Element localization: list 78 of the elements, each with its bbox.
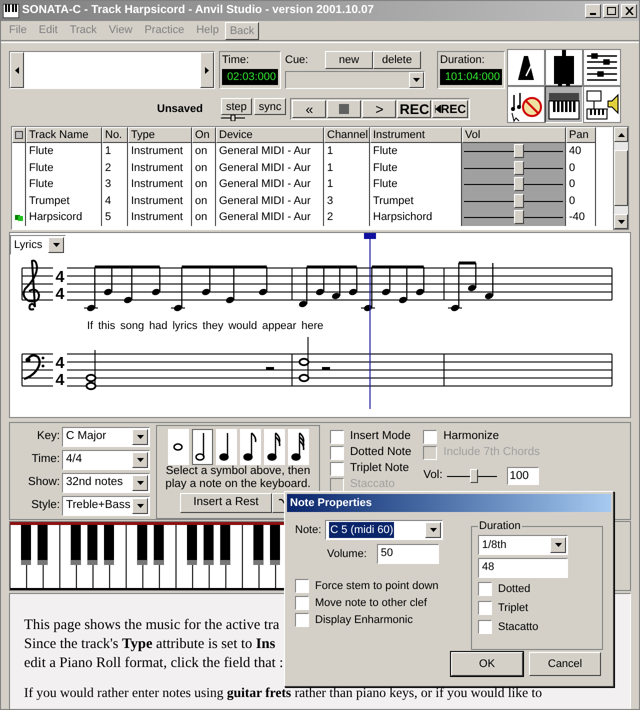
table-cell: Flute bbox=[26, 176, 102, 193]
help-text: If you would rather enter notes using guitar frets rather than piano keys, or if you would like to bbox=[24, 684, 542, 702]
table-cell: 0 bbox=[566, 176, 596, 193]
checkbox-label: Stacatto bbox=[498, 620, 538, 635]
volume-label: Volume: bbox=[327, 546, 367, 562]
table-cell: General MIDI - Aur bbox=[216, 160, 324, 176]
time-display: 02:03:000 bbox=[222, 68, 278, 85]
help-text: edit a Piano Roll format, click the field that : bbox=[24, 654, 284, 673]
table-cell: on bbox=[192, 143, 216, 160]
lyric-word: they bbox=[202, 318, 224, 334]
selector-label: Key: bbox=[36, 429, 60, 444]
hint-text: Select a symbol above, then play a note on the keyboard. bbox=[164, 465, 312, 491]
table-cell: 2 bbox=[324, 209, 370, 226]
note-label: Note: bbox=[295, 522, 322, 538]
checkbox-label: Harmonize bbox=[443, 429, 499, 444]
table-cell: -40 bbox=[566, 209, 596, 226]
checkbox-label: Dotted Note bbox=[350, 445, 412, 460]
table-cell: Flute bbox=[26, 143, 102, 160]
duration-label: Duration: bbox=[440, 53, 486, 68]
checkbox-label: Force stem to point down bbox=[315, 578, 439, 594]
selector-label: Time: bbox=[32, 452, 60, 468]
table-cell: on bbox=[192, 176, 216, 193]
table-cell: 1 bbox=[324, 176, 370, 193]
lyric-word: this bbox=[98, 318, 116, 334]
lyric-word: If bbox=[87, 318, 94, 334]
window-title: SONATA-C - Track Harpsicord - Anvil Studio - version 2001.10.07 bbox=[22, 3, 374, 18]
dialog-title: Note Properties bbox=[290, 496, 372, 511]
table-cell: 1 bbox=[324, 143, 370, 160]
table-cell: 3 bbox=[102, 176, 128, 193]
table-cell: 4 bbox=[102, 192, 128, 210]
table-cell: 3 bbox=[324, 192, 370, 210]
table-cell: Instrument bbox=[128, 209, 192, 226]
table-cell: 1 bbox=[324, 160, 370, 176]
checkbox-label: Triplet Note bbox=[350, 461, 410, 476]
table-cell: General MIDI - Aur bbox=[216, 143, 324, 160]
table-cell: 0 bbox=[566, 160, 596, 176]
duration-display: 101:04:000 bbox=[440, 68, 502, 85]
table-cell: on bbox=[192, 192, 216, 210]
table-cell: 1 bbox=[102, 143, 128, 160]
table-cell: Harpsicord bbox=[26, 209, 102, 226]
table-cell: 2 bbox=[102, 160, 128, 176]
checkbox-label: Move note to other clef bbox=[315, 596, 427, 611]
table-cell: General MIDI - Aur bbox=[216, 192, 324, 210]
table-cell: Trumpet bbox=[26, 192, 102, 210]
lyric-word: would bbox=[228, 318, 258, 334]
selector-label: Style: bbox=[31, 498, 60, 514]
table-cell: Instrument bbox=[128, 192, 192, 210]
table-cell: General MIDI - Aur bbox=[216, 209, 324, 226]
volume-label: Vol: bbox=[423, 468, 443, 484]
checkbox-label: Dotted bbox=[498, 582, 530, 597]
table-cell: on bbox=[192, 160, 216, 176]
checkbox-label: Triplet bbox=[498, 600, 528, 616]
time-signature: 4 bbox=[56, 372, 64, 389]
table-cell: 40 bbox=[566, 143, 596, 160]
selector-label: Show: bbox=[28, 475, 60, 490]
table-cell: 5 bbox=[102, 209, 128, 226]
lyric-word: had bbox=[149, 318, 168, 334]
time-signature: 4 bbox=[56, 286, 64, 303]
table-cell: Flute bbox=[26, 160, 102, 176]
cue-label: Cue: bbox=[285, 52, 310, 68]
checkbox-label: Display Enharmonic bbox=[315, 612, 413, 628]
table-cell: on bbox=[192, 209, 216, 226]
table-cell: 0 bbox=[566, 192, 596, 210]
help-text: This page shows the music for the active tra bbox=[24, 616, 280, 635]
table-cell: General MIDI - Aur bbox=[216, 176, 324, 193]
lyric-word: song bbox=[120, 318, 144, 334]
table-cell: Instrument bbox=[128, 176, 192, 193]
lyric-word: lyrics bbox=[172, 318, 198, 334]
time-signature: 4 bbox=[56, 355, 64, 372]
time-signature: 4 bbox=[56, 269, 64, 286]
save-status: Unsaved bbox=[157, 102, 204, 117]
table-cell: Instrument bbox=[128, 143, 192, 160]
lyric-word: appear bbox=[262, 318, 296, 334]
lyric-word: here bbox=[301, 318, 324, 334]
time-label: Time: bbox=[222, 53, 250, 68]
table-cell: Instrument bbox=[128, 160, 192, 176]
help-text: Since the track's Type attribute is set to Ins bbox=[24, 635, 276, 654]
checkbox-label: Insert Mode bbox=[350, 429, 411, 444]
